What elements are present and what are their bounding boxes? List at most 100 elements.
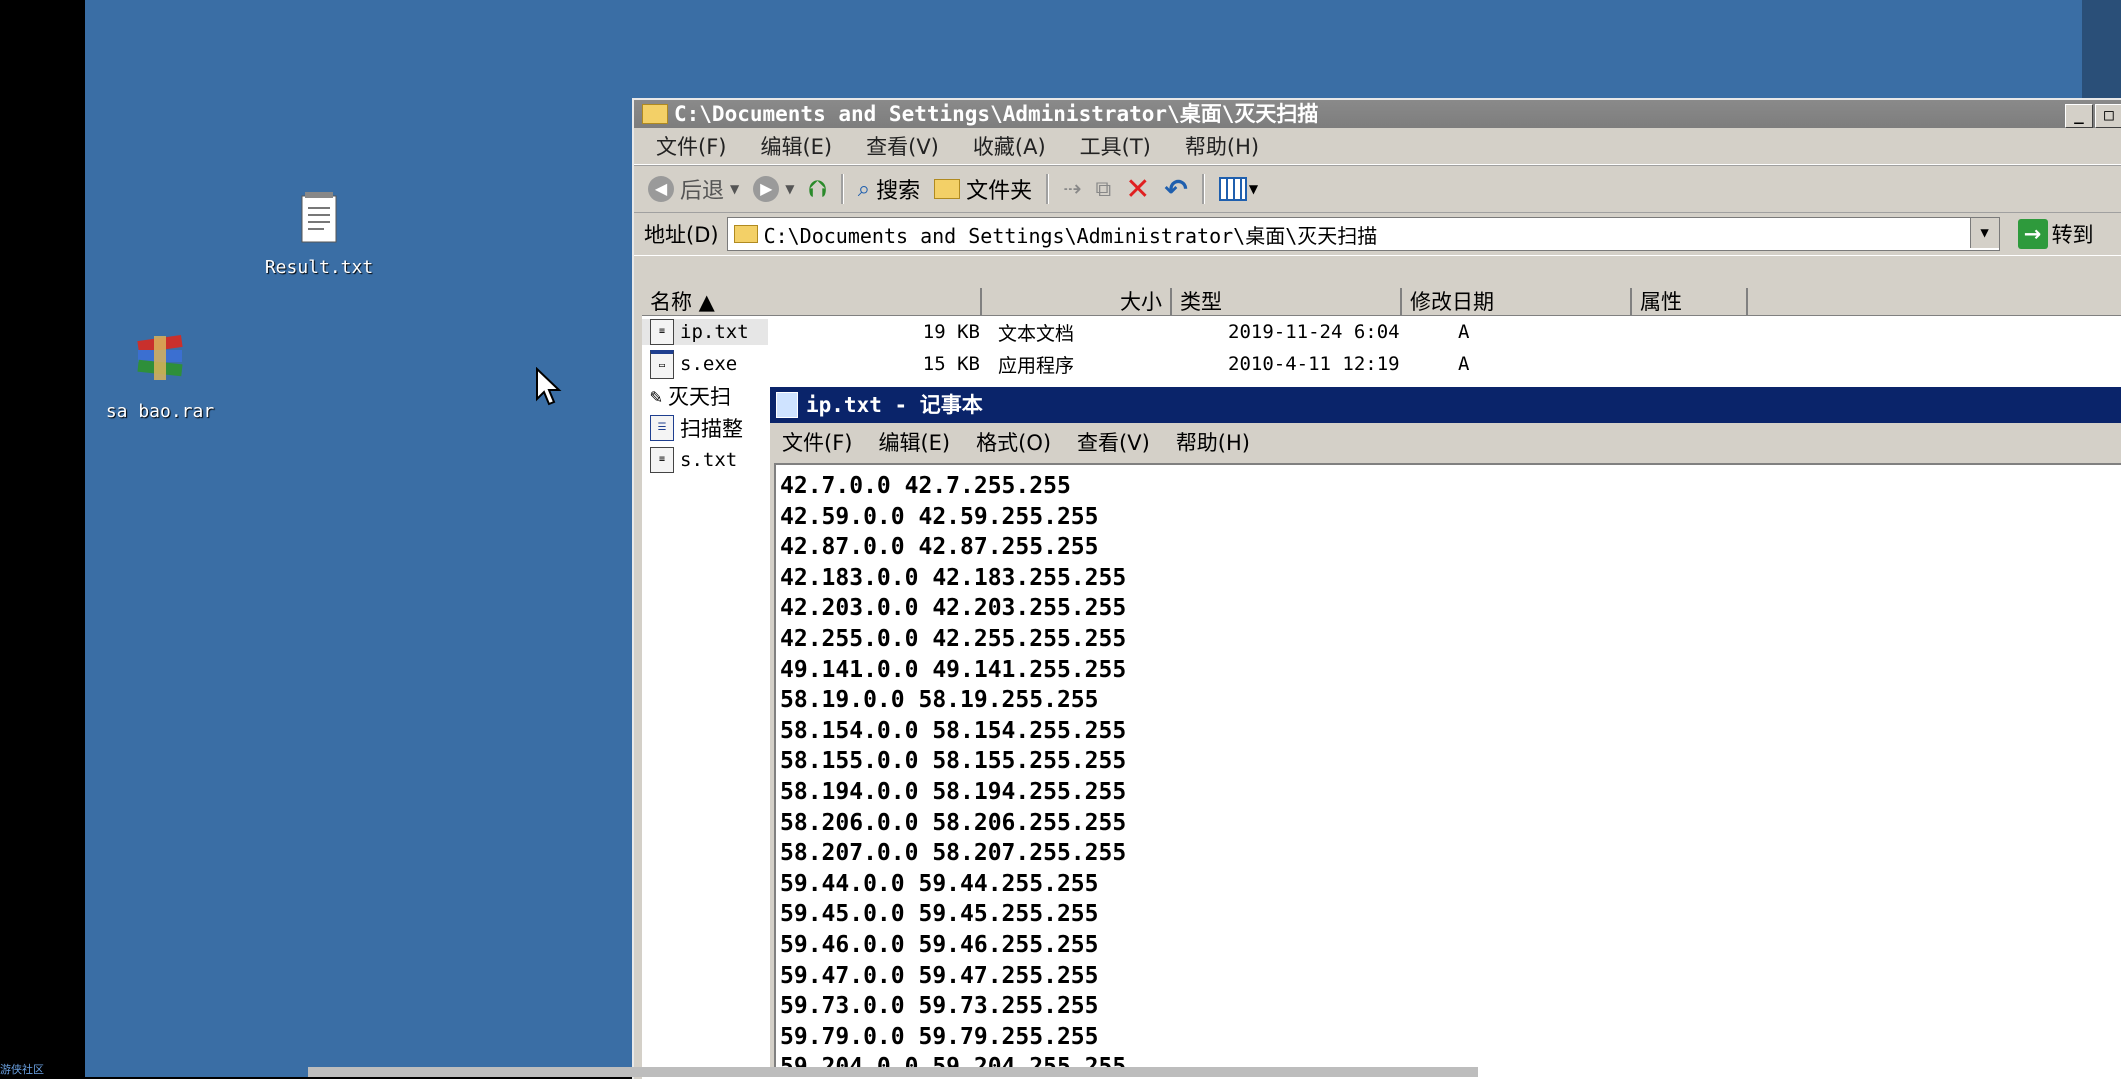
file-name-cell: ▭ s.exe (642, 349, 768, 379)
explorer-menu-bar: 文件(F) 编辑(E) 查看(V) 收藏(A) 工具(T) 帮助(H) (634, 128, 2121, 165)
back-button[interactable]: ◀ 后退 ▼ (648, 173, 739, 205)
column-size[interactable]: 大小 (982, 288, 1172, 316)
column-filler (1748, 288, 2121, 316)
text-line: 59.73.0.0 59.73.255.255 (780, 993, 1099, 1020)
address-input[interactable]: C:\Documents and Settings\Administrator\… (726, 217, 2000, 251)
winrar-archive-icon (137, 334, 183, 380)
text-line: 42.203.0.0 42.203.255.255 (780, 595, 1127, 622)
text-file-icon: ≡ (650, 447, 674, 473)
column-type[interactable]: 类型 (1172, 288, 1402, 316)
address-bar: 地址(D) C:\Documents and Settings\Administ… (634, 213, 2121, 256)
text-line: 42.7.0.0 42.7.255.255 (780, 473, 1071, 499)
file-name: ip.txt (680, 321, 749, 343)
text-line: 58.155.0.0 58.155.255.255 (780, 748, 1127, 775)
desktop-icon-label: Result.txt (264, 257, 374, 278)
text-line: 59.46.0.0 59.46.255.255 (780, 931, 1099, 958)
watermark-text: 游侠社区 (0, 1063, 44, 1076)
folder-icon (733, 225, 758, 243)
file-name: 灭天扫 (668, 385, 732, 409)
desktop-icon-sa-bao-rar[interactable]: sa bao.rar (85, 332, 235, 422)
right-edge-panel (2082, 0, 2121, 105)
file-name: s.txt (680, 449, 738, 471)
forward-button[interactable]: ▶ ▼ (753, 176, 794, 202)
go-arrow-icon: → (2017, 219, 2048, 249)
exe-icon: ▭ (650, 349, 674, 379)
text-line: 58.207.0.0 58.207.255.255 (780, 840, 1127, 867)
folders-button[interactable]: 文件夹 (934, 173, 1032, 205)
file-name-cell: ☰ 扫描整 (642, 413, 768, 443)
menu-file[interactable]: 文件(F) (656, 131, 726, 161)
horizontal-scrollbar[interactable] (308, 1067, 1478, 1077)
menu-tools[interactable]: 工具(T) (1080, 131, 1151, 161)
file-name: 扫描整 (680, 417, 743, 441)
desktop-icon-label: sa bao.rar (105, 401, 215, 422)
copy-to-icon[interactable]: ⧉ (1096, 177, 1112, 202)
file-type: 文本文档 (998, 322, 1075, 345)
notepad-icon (776, 392, 798, 418)
search-label: 搜索 (876, 179, 921, 204)
text-line: 59.44.0.0 59.44.255.255 (780, 870, 1099, 897)
menu-view[interactable]: 查看(V) (866, 131, 939, 161)
move-to-icon[interactable]: ⇢ (1063, 177, 1081, 202)
notepad-title-bar[interactable]: ip.txt - 记事本 (770, 387, 2121, 423)
search-icon: ⌕ (857, 176, 871, 202)
address-value: C:\Documents and Settings\Administrator\… (763, 223, 1378, 248)
file-name: s.exe (680, 353, 738, 375)
file-name-cell: ✎ 灭天扫 (642, 381, 768, 411)
column-attributes[interactable]: 属性 (1632, 288, 1748, 316)
file-row[interactable]: ▭ s.exe 15 KB 应用程序 2010-4-11 12:19 A (642, 348, 2121, 380)
back-arrow-icon: ◀ (648, 176, 674, 202)
text-line: 58.19.0.0 58.19.255.255 (780, 687, 1099, 714)
forward-arrow-icon: ▶ (753, 176, 780, 202)
address-label: 地址(D) (644, 223, 719, 247)
explorer-title-text: C:\Documents and Settings\Administrator\… (674, 102, 1319, 126)
folder-icon (642, 104, 668, 124)
views-grid-icon (1218, 177, 1247, 201)
toolbar-separator (1046, 174, 1050, 204)
views-button[interactable]: ▼ (1218, 177, 1259, 201)
menu-help[interactable]: 帮助(H) (1185, 131, 1259, 161)
notepad-text-area[interactable]: 42.7.0.0 42.7.255.255 42.59.0.0 42.59.25… (774, 463, 2121, 1077)
text-line: 59.47.0.0 59.47.255.255 (780, 962, 1099, 989)
column-name[interactable]: 名称 ▲ (642, 288, 982, 316)
address-dropdown-button[interactable]: ▼ (1969, 218, 1999, 248)
text-line: 49.141.0.0 49.141.255.255 (780, 656, 1127, 683)
desktop-icon-result-txt[interactable]: Result.txt (239, 190, 399, 278)
undo-icon[interactable]: ↶ (1164, 173, 1187, 206)
window-buttons: _ □ (2065, 104, 2121, 128)
menu-view[interactable]: 查看(V) (1077, 427, 1150, 457)
menu-edit[interactable]: 编辑(E) (878, 427, 950, 457)
minimize-button[interactable]: _ (2065, 104, 2093, 128)
menu-format[interactable]: 格式(O) (976, 427, 1051, 457)
file-row[interactable]: ≡ ip.txt 19 KB 文本文档 2019-11-24 6:04 A (642, 316, 2121, 348)
file-attr: A (1458, 321, 1470, 343)
go-button[interactable]: → 转到 (2017, 219, 2094, 249)
file-list-header: 名称 ▲ 大小 类型 修改日期 属性 (642, 288, 2121, 316)
file-date: 2010-4-11 12:19 (1228, 353, 1400, 375)
chevron-down-icon: ▼ (1248, 182, 1259, 196)
doc-icon: ☰ (650, 415, 674, 441)
menu-help[interactable]: 帮助(H) (1176, 427, 1250, 457)
up-folder-icon[interactable]: ⮉ (808, 175, 826, 203)
file-type: 应用程序 (998, 354, 1075, 377)
toolbar-separator (1201, 174, 1205, 204)
search-button[interactable]: ⌕ 搜索 (858, 173, 920, 205)
column-modified[interactable]: 修改日期 (1402, 288, 1632, 316)
go-label: 转到 (2051, 223, 2094, 247)
delete-icon[interactable]: ✕ (1125, 172, 1150, 207)
notepad-title-text: ip.txt - 记事本 (806, 393, 983, 417)
explorer-toolbar: ◀ 后退 ▼ ▶ ▼ ⮉ ⌕ 搜索 文件夹 ⇢ ⧉ ✕ ↶ ▼ (634, 165, 2121, 213)
text-line: 59.79.0.0 59.79.255.255 (780, 1023, 1099, 1050)
menu-edit[interactable]: 编辑(E) (760, 131, 832, 161)
folder-icon (934, 179, 961, 199)
menu-file[interactable]: 文件(F) (782, 427, 852, 457)
explorer-title-bar[interactable]: C:\Documents and Settings\Administrator\… (634, 100, 2121, 128)
file-size: 19 KB (922, 321, 980, 343)
file-date: 2019-11-24 6:04 (1228, 321, 1400, 343)
text-line: 58.154.0.0 58.154.255.255 (780, 717, 1127, 744)
maximize-button[interactable]: □ (2095, 104, 2121, 128)
text-line: 42.59.0.0 42.59.255.255 (780, 503, 1099, 530)
menu-favorites[interactable]: 收藏(A) (973, 131, 1046, 161)
text-file-icon (301, 192, 337, 243)
chevron-down-icon: ▼ (730, 182, 740, 196)
